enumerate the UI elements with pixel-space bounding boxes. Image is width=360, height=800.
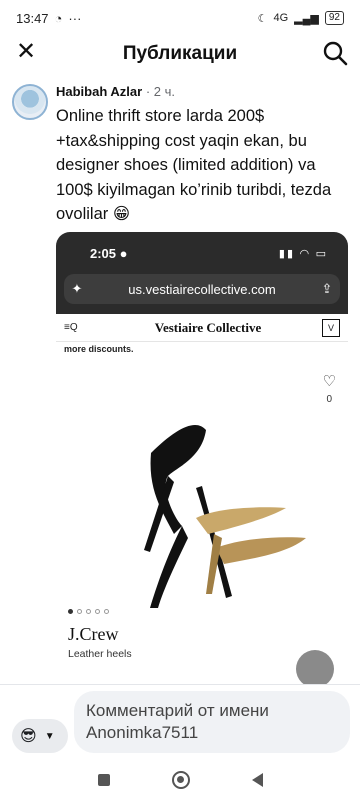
identity-selector[interactable]: 😎 ▼ bbox=[12, 719, 68, 753]
back-icon[interactable] bbox=[251, 773, 263, 787]
embedded-url: us.vestiairecollective.com bbox=[128, 281, 276, 297]
close-icon[interactable]: ✕ bbox=[14, 40, 38, 64]
home-icon[interactable] bbox=[171, 771, 190, 789]
discount-text: more discounts. bbox=[64, 344, 134, 354]
share-icon: ⇪ bbox=[321, 281, 333, 296]
battery-indicator: 92 bbox=[324, 11, 344, 25]
post-image[interactable]: 2:05 ● ▮▮ ◠ ▭ ✦ us.vestiairecollective.c… bbox=[56, 232, 348, 692]
heels-illustration bbox=[144, 424, 306, 608]
carousel-dot bbox=[95, 609, 100, 614]
author-line: Habibah Azlar · 2 ч. bbox=[56, 84, 348, 100]
comment-composer: 😎 ▼ Комментарий от имени Anonimka7511 bbox=[0, 684, 360, 768]
product-brand: J.Crew bbox=[68, 624, 119, 644]
post-author[interactable]: Habibah Azlar bbox=[56, 84, 142, 99]
whatsapp-icon: ◔ bbox=[54, 10, 63, 26]
carousel-dot bbox=[68, 609, 73, 614]
embedded-url-bar: ✦ us.vestiairecollective.com ⇪ bbox=[64, 274, 340, 304]
embedded-browser-chrome: 2:05 ● ▮▮ ◠ ▭ ✦ us.vestiairecollective.c… bbox=[56, 232, 348, 314]
product-image: ♡ 0 bbox=[56, 358, 348, 618]
heart-icon: ♡ bbox=[322, 373, 336, 390]
post-meta: Habibah Azlar · 2 ч. Online thrift store… bbox=[56, 84, 348, 227]
embedded-status-icons: ▮▮ ◠ ▭ bbox=[278, 248, 328, 260]
page-title: Публикации bbox=[122, 43, 238, 64]
post-separator: · bbox=[142, 84, 154, 99]
avatar[interactable] bbox=[12, 84, 48, 120]
profile-icon bbox=[296, 650, 334, 688]
carousel-dot bbox=[77, 609, 82, 614]
signal-label: 4G bbox=[273, 12, 289, 24]
embedded-status-bar: 2:05 ● ▮▮ ◠ ▭ bbox=[90, 246, 328, 261]
carousel-dot bbox=[104, 609, 109, 614]
system-navigation-bar bbox=[0, 760, 360, 800]
recents-icon[interactable] bbox=[97, 774, 110, 786]
sparkle-icon: ✦ bbox=[71, 281, 83, 296]
bag-icon: V bbox=[322, 318, 340, 337]
embedded-time: 2:05 bbox=[90, 246, 117, 261]
carousel-dot bbox=[86, 609, 91, 614]
signal-icon: ▂▄▆ bbox=[294, 12, 319, 25]
search-icon[interactable] bbox=[322, 40, 348, 66]
post-header: Habibah Azlar · 2 ч. Online thrift store… bbox=[12, 84, 348, 227]
post-time: 2 ч. bbox=[153, 84, 175, 99]
menu-search-icon: ≡Q bbox=[64, 322, 78, 333]
person-icon: ● bbox=[116, 246, 128, 261]
more-icon: ··· bbox=[68, 10, 82, 26]
like-count: 0 bbox=[326, 394, 332, 405]
post-text: Online thrift store larda 200$ +tax&ship… bbox=[56, 107, 332, 223]
caret-down-icon: ▼ bbox=[44, 730, 55, 742]
site-logo: Vestiaire Collective bbox=[154, 319, 262, 335]
anonymous-mask-icon: 😎 bbox=[20, 728, 37, 745]
status-bar: 13:47 ◔ ··· ☾ 4G ▂▄▆ 92 bbox=[0, 0, 360, 36]
carousel-dots bbox=[68, 609, 109, 614]
embedded-site-header: ≡Q Vestiaire Collective V bbox=[56, 314, 348, 342]
status-time: 13:47 bbox=[16, 10, 49, 26]
top-app-bar: ✕ Публикации bbox=[0, 36, 360, 72]
dnd-icon: ☾ bbox=[257, 12, 268, 25]
comment-input[interactable]: Комментарий от имени Anonimka7511 bbox=[74, 691, 350, 753]
